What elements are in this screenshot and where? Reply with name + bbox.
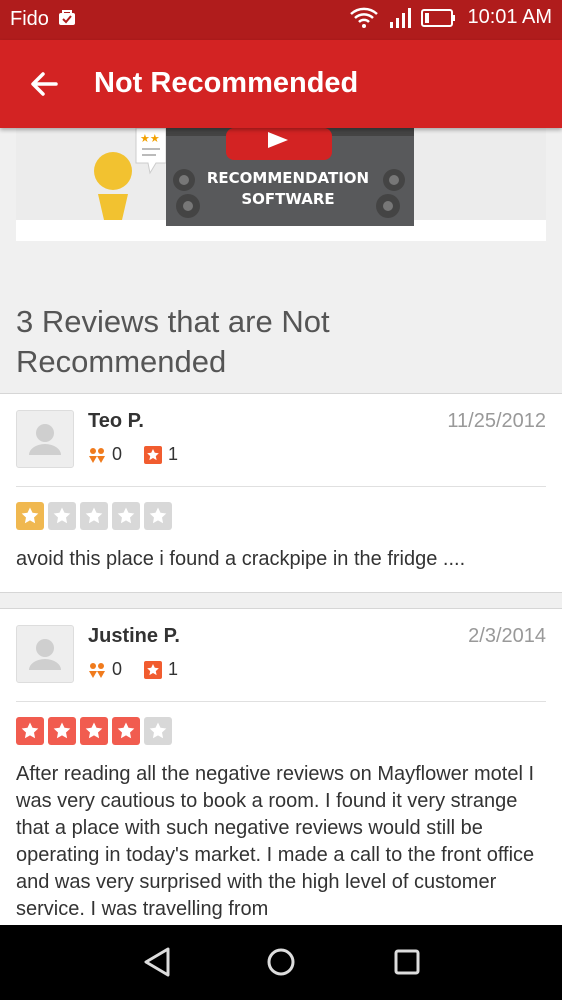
review-date: 2/3/2014 bbox=[468, 625, 546, 647]
friends-icon bbox=[89, 662, 105, 678]
star-icon bbox=[48, 717, 76, 745]
divider bbox=[16, 486, 546, 487]
review-card: Justine P. 2/3/2014 0 1 After reading al… bbox=[0, 608, 562, 940]
review-card: Teo P. 11/25/2012 0 1 avoid this place i… bbox=[0, 393, 562, 593]
star-icon bbox=[112, 717, 140, 745]
notification-icon bbox=[59, 10, 75, 25]
back-arrow-icon[interactable] bbox=[26, 66, 62, 102]
star-icon bbox=[80, 502, 108, 530]
reviewer-stats: 0 1 bbox=[88, 444, 200, 465]
reviews-stat: 1 bbox=[144, 444, 178, 465]
app-bar: Not Recommended bbox=[0, 40, 562, 128]
star-icon bbox=[80, 717, 108, 745]
wifi-icon bbox=[350, 7, 379, 28]
star-rating bbox=[16, 717, 172, 745]
reviewer-stats: 0 1 bbox=[88, 659, 200, 680]
nav-back-icon[interactable] bbox=[140, 945, 174, 979]
review-date: 11/25/2012 bbox=[447, 410, 546, 432]
clock: 10:01 AM bbox=[467, 6, 552, 28]
reviews-count: 1 bbox=[168, 444, 179, 464]
star-icon bbox=[16, 717, 44, 745]
system-nav-bar bbox=[0, 925, 562, 1000]
star-icon bbox=[48, 502, 76, 530]
divider bbox=[16, 701, 546, 702]
recommendation-software-illustration: ★★ RECOMMENDATION SOFTWARE bbox=[16, 128, 546, 241]
star-rating bbox=[16, 502, 172, 530]
nav-recents-icon[interactable] bbox=[390, 945, 424, 979]
star-icon bbox=[16, 502, 44, 530]
review-star-icon bbox=[144, 445, 163, 464]
avatar[interactable] bbox=[16, 625, 74, 683]
status-bar: Fido 10:01 AM bbox=[0, 0, 562, 40]
reviews-stat: 1 bbox=[144, 659, 178, 680]
review-text: After reading all the negative reviews o… bbox=[16, 763, 535, 920]
signal-icon bbox=[390, 7, 412, 28]
review-text: avoid this place i found a crackpipe in … bbox=[16, 548, 466, 570]
carrier-label: Fido bbox=[10, 8, 49, 30]
friends-stat: 0 bbox=[88, 659, 122, 680]
friends-icon bbox=[89, 447, 105, 463]
banner-line-1: RECOMMENDATION bbox=[207, 169, 369, 187]
default-user-icon bbox=[29, 424, 61, 455]
friends-count: 0 bbox=[112, 444, 123, 464]
avatar[interactable] bbox=[16, 410, 74, 468]
star-icon bbox=[112, 502, 140, 530]
page-title: Not Recommended bbox=[94, 67, 359, 99]
friends-count: 0 bbox=[112, 659, 123, 679]
battery-icon bbox=[421, 8, 456, 27]
nav-home-icon[interactable] bbox=[264, 945, 298, 979]
recommendation-banner: ★★ RECOMMENDATION SOFTWARE bbox=[16, 128, 546, 241]
reviewer-name[interactable]: Teo P. bbox=[88, 410, 144, 433]
default-user-icon bbox=[29, 639, 61, 670]
star-icon bbox=[144, 502, 172, 530]
section-title: 3 Reviews that are Not Recommended bbox=[16, 304, 330, 379]
banner-line-2: SOFTWARE bbox=[241, 190, 334, 208]
friends-stat: 0 bbox=[88, 444, 122, 465]
star-icon bbox=[144, 717, 172, 745]
svg-text:★★: ★★ bbox=[140, 132, 160, 145]
review-star-icon bbox=[144, 660, 163, 679]
reviews-count: 1 bbox=[168, 659, 179, 679]
reviewer-name[interactable]: Justine P. bbox=[88, 625, 180, 648]
